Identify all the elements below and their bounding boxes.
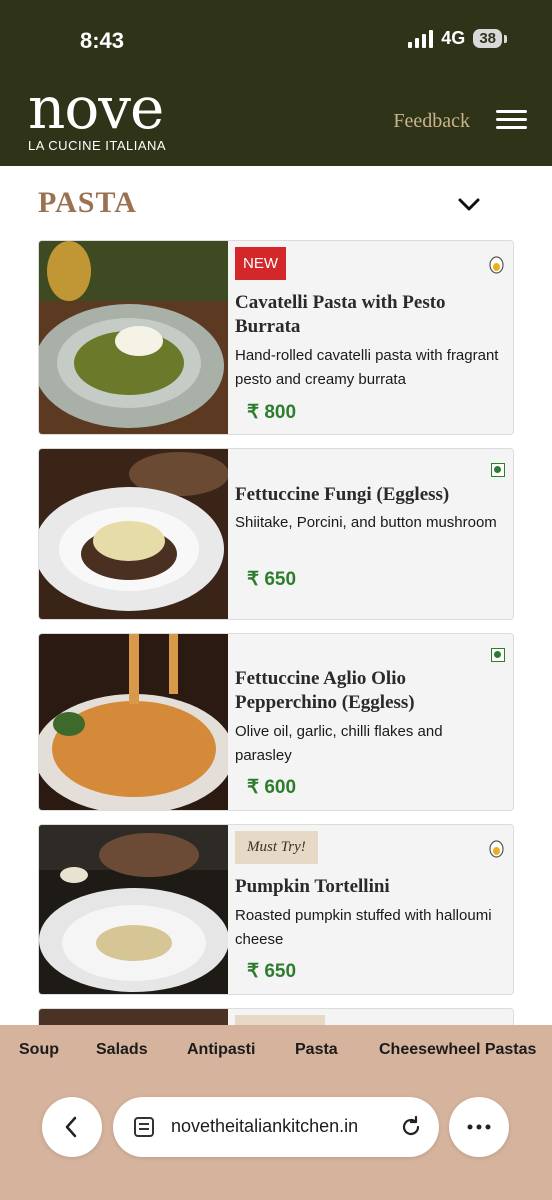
bottom-bar: Soup Salads Antipasti Pasta Cheesewheel … [0,1025,552,1200]
logo-wordmark: nove [28,74,164,142]
back-button[interactable] [42,1097,102,1157]
signal-icon [408,29,434,48]
dish-description: Roasted pumpkin stuffed with halloumi ch… [235,907,492,948]
dish-name: Fettuccine Fungi (Eggless) [235,484,450,505]
dish-details: NEW Cavatelli Pasta with Pesto Burrata H… [235,241,498,434]
dish-description: Olive oil, garlic, chilli flakes and par… [235,723,443,764]
url-text: novetheitaliankitchen.in [171,1116,359,1136]
dish-price: ₹ 600 [247,777,297,798]
network-type: 4G [441,28,466,48]
menu-item-card[interactable]: Must Try! Pumpkin Tortellini Roasted pum… [38,824,514,995]
dish-name: Fettuccine Aglio Olio Pepperchino (Eggle… [235,668,415,713]
category-tabs: Soup Salads Antipasti Pasta Cheesewheel … [0,1041,552,1063]
dish-description: Shiitake, Porcini, and button mushroom [235,514,497,531]
tab-soup[interactable]: Soup [19,1041,59,1059]
dish-details: Must Try! Pumpkin Tortellini Roasted pum… [235,825,492,994]
more-button[interactable] [449,1097,509,1157]
battery-icon: 38 [473,29,507,48]
egg-icon [489,840,504,858]
dish-details: Fettuccine Aglio Olio Pepperchino (Eggle… [235,634,485,810]
chevron-left-icon [65,1116,77,1138]
menu-item-card[interactable]: NEW Cavatelli Pasta with Pesto Burrata H… [38,240,514,435]
dish-description: Hand-rolled cavatelli pasta with fragran… [235,347,499,388]
logo-tagline: LA CUCINE ITALIANA [28,138,167,153]
reload-icon[interactable] [399,1115,423,1139]
dish-photo [39,241,228,434]
dish-price: ₹ 650 [247,961,297,982]
brand-logo[interactable]: nove LA CUCINE ITALIANA [28,74,167,153]
dish-name: Cavatelli Pasta with Pesto Burrata [235,292,446,337]
dish-price: ₹ 800 [247,402,297,423]
veg-icon [491,648,505,662]
address-bar[interactable]: novetheitaliankitchen.in [113,1097,439,1157]
tab-cheesewheel-pastas[interactable]: Cheesewheel Pastas [379,1041,536,1059]
new-badge: NEW [235,247,286,280]
dish-photo [39,449,228,619]
veg-icon [491,463,505,477]
section-title: PASTA [38,186,137,219]
egg-icon [489,256,504,274]
menu-icon[interactable] [496,110,528,130]
dish-price: ₹ 650 [247,569,297,590]
feedback-link[interactable]: Feedback [393,110,470,133]
chevron-down-icon[interactable] [458,198,480,212]
tab-salads[interactable]: Salads [96,1041,148,1059]
menu-item-card[interactable]: Fettuccine Fungi (Eggless) Shiitake, Por… [38,448,514,620]
app-header: 8:43 4G 38 nove LA CUCINE ITALIANA Feedb… [0,0,552,166]
tab-antipasti[interactable]: Antipasti [187,1041,255,1059]
menu-item-card[interactable]: Fettuccine Aglio Olio Pepperchino (Eggle… [38,633,514,811]
more-icon [467,1124,491,1130]
status-indicators: 4G 38 [408,28,507,49]
page-icon [134,1117,154,1137]
status-time: 8:43 [80,28,125,53]
dish-details: Fettuccine Fungi (Eggless) Shiitake, Por… [235,449,497,619]
dish-name: Pumpkin Tortellini [235,876,390,897]
dish-photo [39,825,228,994]
tab-pasta[interactable]: Pasta [295,1041,338,1059]
dish-photo [39,634,228,810]
must-try-badge: Must Try! [235,831,318,864]
